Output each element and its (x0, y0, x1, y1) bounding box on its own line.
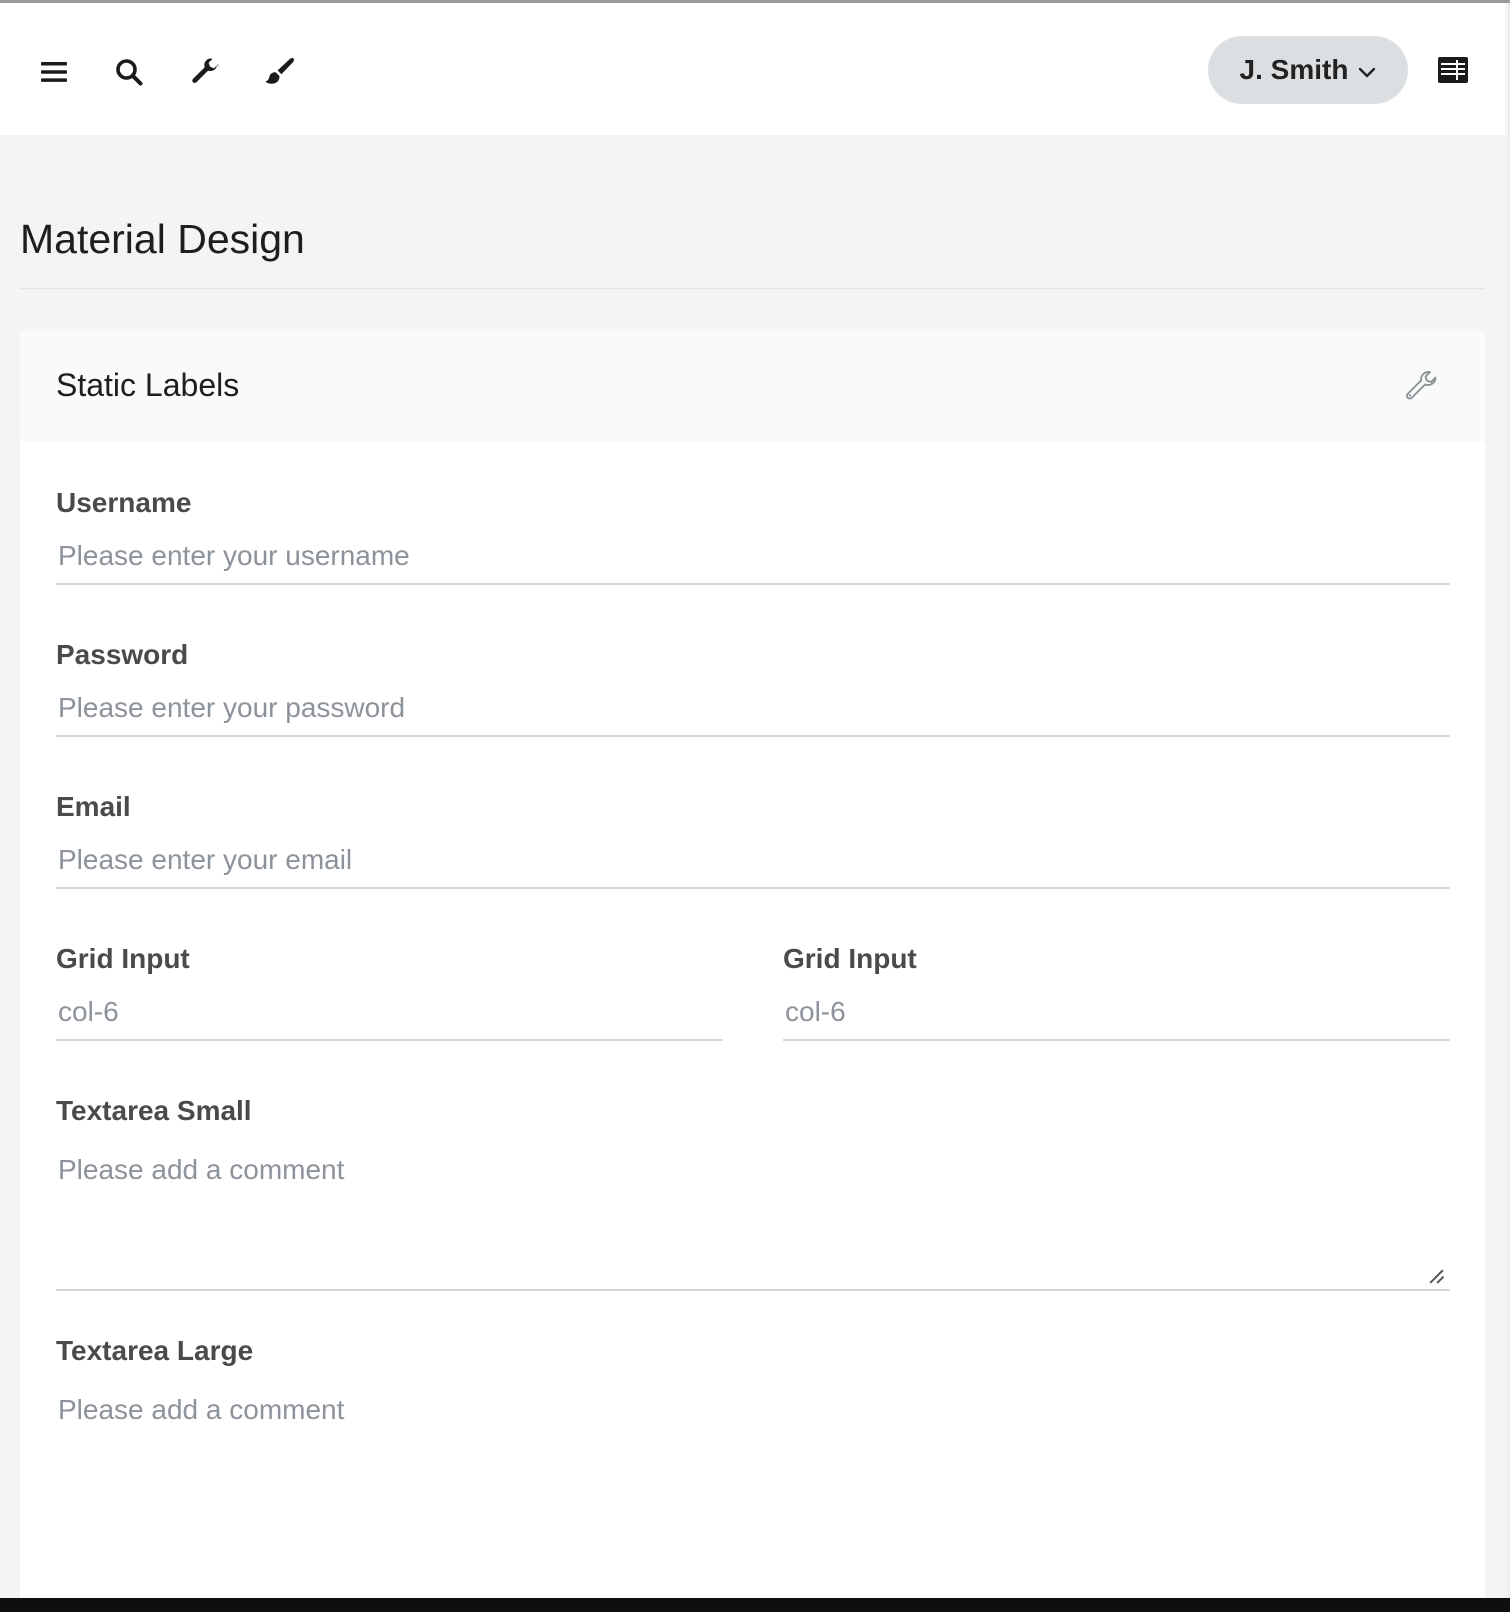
card-header: Static Labels (20, 331, 1485, 442)
wrench-icon[interactable] (190, 57, 220, 87)
user-name: J. Smith (1239, 54, 1349, 85)
search-icon[interactable] (114, 57, 144, 87)
grid-input-left[interactable] (56, 985, 723, 1041)
chevron-down-icon (1358, 54, 1376, 86)
textarea-large[interactable] (56, 1381, 1450, 1598)
form-card: Static Labels Username Password Email Gr… (20, 331, 1485, 1598)
username-label: Username (56, 487, 192, 518)
menu-icon[interactable] (39, 57, 69, 87)
textarea-large-label: Textarea Large (56, 1335, 254, 1366)
password-input[interactable] (56, 681, 1450, 737)
grid-input-left-label: Grid Input (56, 943, 190, 974)
sidebar-toggle-icon[interactable] (1438, 55, 1468, 85)
textarea-small[interactable] (56, 1141, 1450, 1291)
paint-brush-icon[interactable] (265, 57, 295, 87)
page-title: Material Design (20, 216, 305, 262)
password-label: Password (56, 639, 189, 670)
textarea-small-label: Textarea Small (56, 1095, 252, 1126)
resize-handle-icon[interactable] (1428, 1267, 1444, 1283)
title-divider (20, 288, 1485, 289)
email-label: Email (56, 791, 131, 822)
wrench-outline-icon[interactable] (1405, 369, 1439, 403)
card-title: Static Labels (56, 367, 240, 403)
username-input[interactable] (56, 529, 1450, 585)
user-menu-button[interactable]: J. Smith (1208, 36, 1408, 104)
email-input[interactable] (56, 833, 1450, 889)
window-bottom-border (0, 1598, 1510, 1612)
grid-input-right[interactable] (783, 985, 1450, 1041)
grid-input-right-label: Grid Input (783, 943, 917, 974)
top-navbar: J. Smith (0, 3, 1505, 135)
